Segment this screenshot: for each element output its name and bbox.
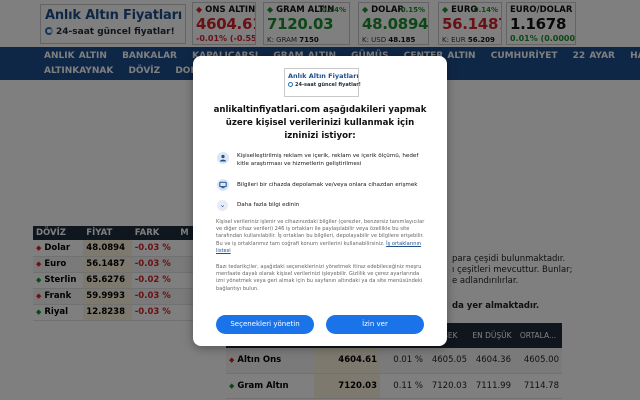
dialog-body-2: Bazı tedarikçiler, aşağıdaki seçenekleri… — [216, 264, 423, 292]
manage-options-button[interactable]: Seçenekleri yönetin — [216, 315, 314, 334]
dialog-logo-title: Anlık Altın Fiyatları — [288, 72, 359, 80]
dialog-logo-subtitle: 24-saat güncel fiyatlar! — [288, 82, 361, 88]
purpose-text: Kişiselleştirilmiş reklam ve içerik, rek… — [237, 153, 419, 167]
chevron-down-icon[interactable]: ⌄ — [217, 200, 228, 211]
device-icon — [217, 179, 229, 191]
purpose-text: Bilgileri bir cihazda depolamak ve/veya … — [237, 182, 418, 188]
consent-dialog: Anlık Altın Fiyatları 24-saat güncel fiy… — [193, 56, 447, 346]
consent-button[interactable]: İzin ver — [326, 315, 424, 334]
person-icon — [217, 152, 229, 164]
clock-icon — [288, 82, 293, 87]
more-info-link[interactable]: Daha fazla bilgi edinin — [237, 202, 299, 208]
dialog-title: anlikaltinfiyatlari.com aşağıdakileri ya… — [213, 105, 427, 141]
dialog-body-1: Kişisel verileriniz işlenir ve cihazınız… — [216, 219, 425, 254]
dialog-logo: Anlık Altın Fiyatları 24-saat güncel fiy… — [284, 68, 361, 97]
